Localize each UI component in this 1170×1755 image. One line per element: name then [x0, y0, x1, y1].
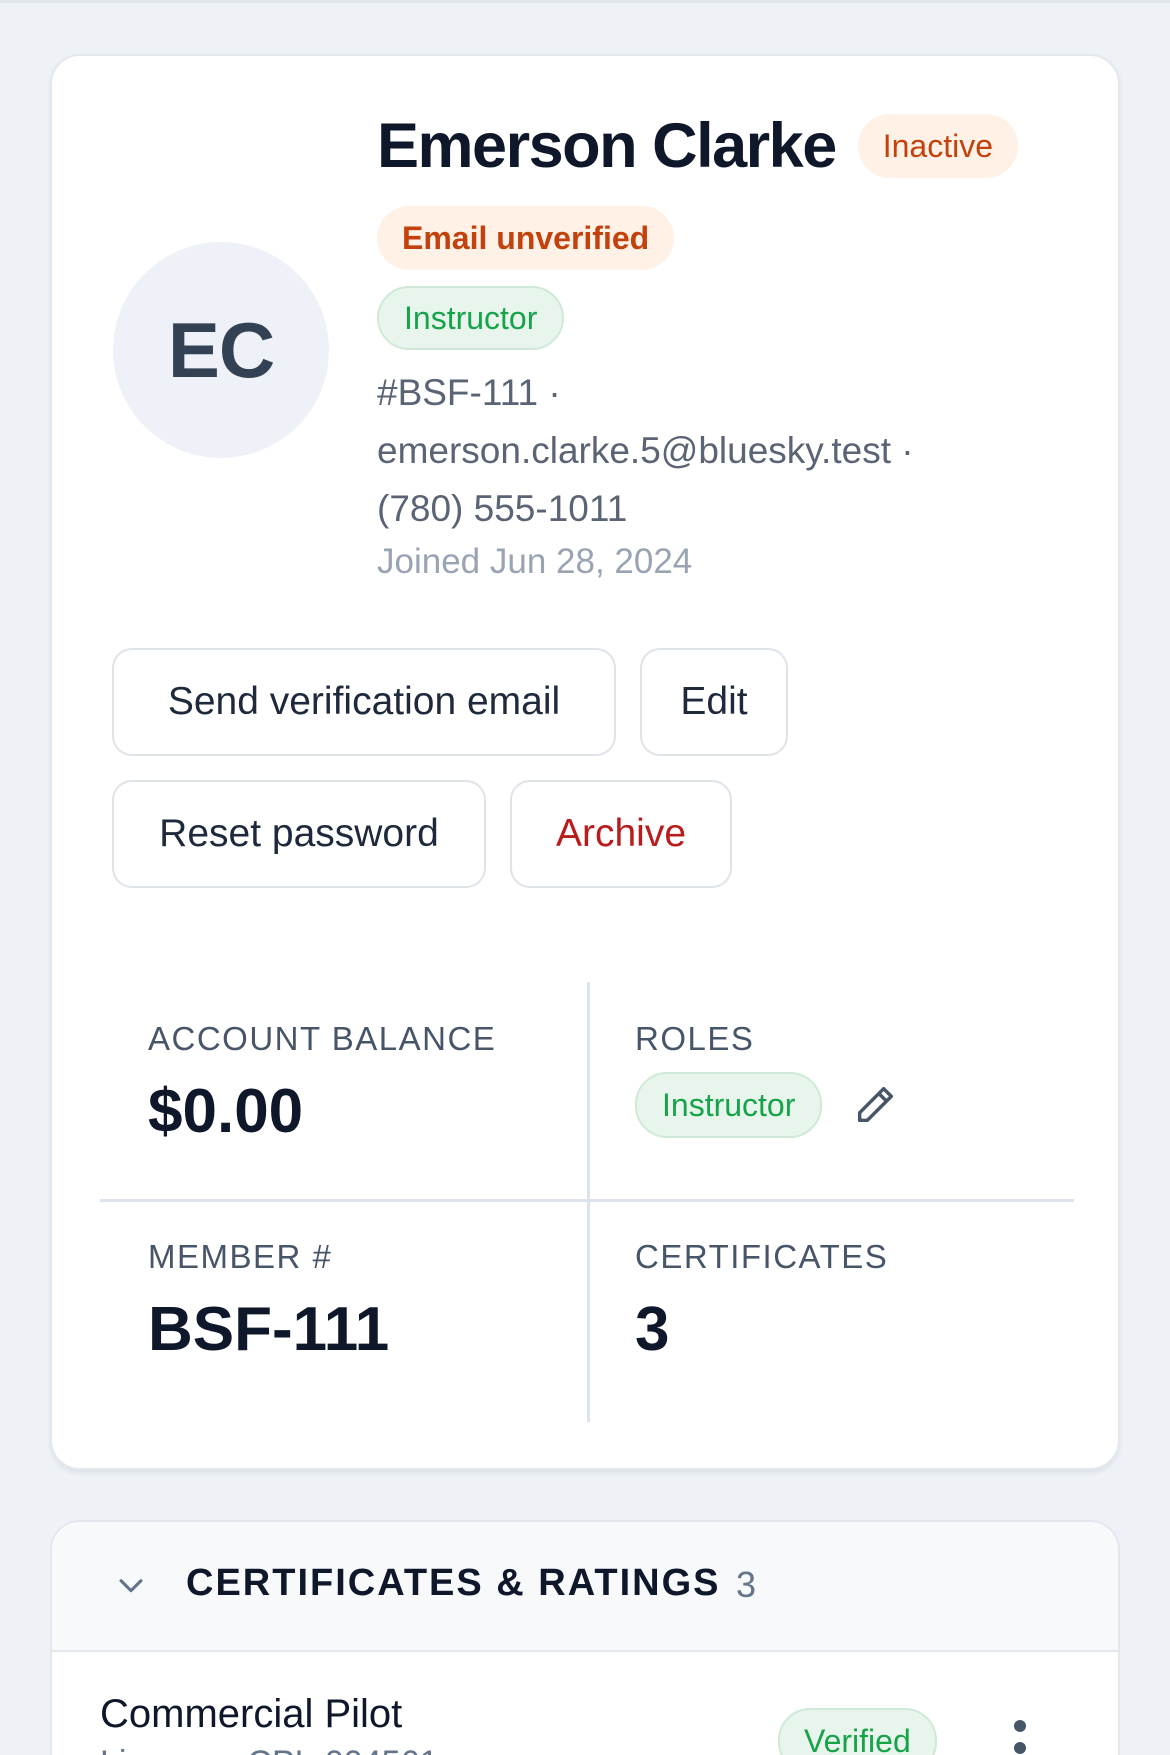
certificate-detail: License · CPL-004561: [100, 1744, 438, 1755]
joined-date: Joined Jun 28, 2024: [377, 542, 693, 581]
more-vertical-icon[interactable]: [1010, 1718, 1030, 1755]
section-count: 3: [736, 1564, 757, 1605]
edit-button[interactable]: Edit: [640, 648, 788, 756]
stat-label: MEMBER #: [148, 1238, 333, 1275]
stat-member-number: MEMBER # BSF-111: [148, 1238, 389, 1365]
contact-meta: #BSF-111 · emerson.clarke.5@bluesky.test…: [377, 364, 1087, 538]
stat-value: BSF-111: [148, 1295, 390, 1364]
send-verification-email-button[interactable]: Send verification email: [112, 648, 616, 756]
role-badge: Instructor: [377, 286, 565, 350]
stat-label: CERTIFICATES: [635, 1238, 889, 1275]
certificate-name: Commercial Pilot: [100, 1692, 403, 1736]
stat-value: 3: [635, 1295, 670, 1364]
roles-row: Instructor: [635, 1072, 898, 1138]
user-name: Emerson Clarke: [377, 111, 837, 181]
email-text: emerson.clarke.5@bluesky.test ·: [377, 430, 914, 471]
stats-grid: ACCOUNT BALANCE $0.00 ROLES Instructor M…: [100, 982, 1074, 1422]
certificates-card: CERTIFICATES & RATINGS 3 Commercial Pilo…: [50, 1520, 1120, 1755]
phone-text: (780) 555-1011: [377, 488, 628, 529]
member-id-text: #BSF-111 ·: [377, 372, 561, 413]
stat-roles: ROLES Instructor: [635, 1020, 898, 1138]
role-badge: Instructor: [635, 1072, 823, 1138]
avatar: EC: [113, 242, 329, 458]
stat-certificates: CERTIFICATES 3: [635, 1238, 888, 1365]
reset-password-button[interactable]: Reset password: [112, 780, 486, 888]
stat-label: ACCOUNT BALANCE: [148, 1020, 497, 1057]
profile-info: Emerson Clarke Inactive Email unverified…: [377, 106, 1087, 582]
archive-button[interactable]: Archive: [510, 780, 732, 888]
verified-badge: Verified: [778, 1708, 937, 1755]
name-row: Emerson Clarke Inactive: [377, 106, 1087, 186]
profile-card: EC Emerson Clarke Inactive Email unverif…: [50, 54, 1120, 1470]
stat-label: ROLES: [635, 1020, 755, 1057]
section-title: CERTIFICATES & RATINGS: [186, 1562, 721, 1604]
stats-divider-vertical: [587, 982, 590, 1422]
page: EC Emerson Clarke Inactive Email unverif…: [0, 0, 1170, 1755]
stat-account-balance: ACCOUNT BALANCE $0.00: [148, 1020, 496, 1147]
top-divider: [0, 0, 1170, 3]
stats-divider-horizontal: [100, 1199, 1074, 1202]
pencil-icon[interactable]: [852, 1082, 898, 1128]
chevron-down-icon[interactable]: [114, 1568, 148, 1602]
certificates-header[interactable]: CERTIFICATES & RATINGS 3: [52, 1522, 1118, 1652]
status-badge: Inactive: [857, 114, 1019, 178]
email-unverified-badge: Email unverified: [377, 206, 675, 270]
stat-value: $0.00: [148, 1077, 304, 1146]
